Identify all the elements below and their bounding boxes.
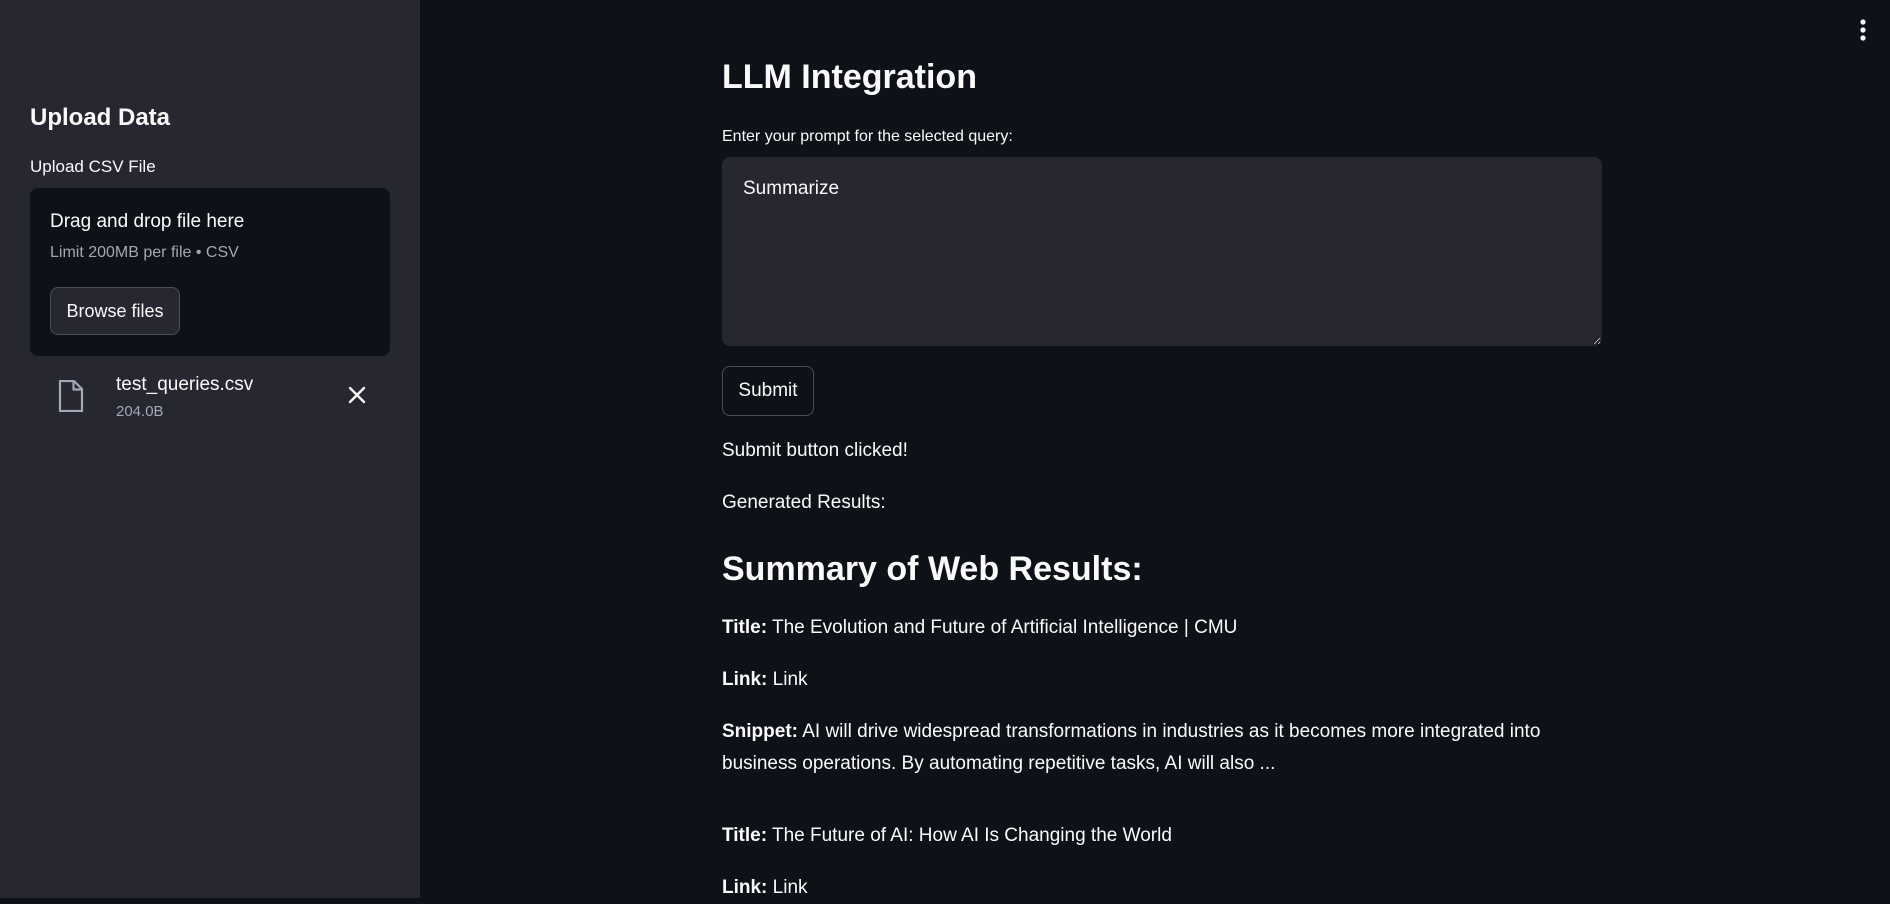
prompt-label: Enter your prompt for the selected query… bbox=[722, 128, 1013, 145]
submit-button[interactable]: Submit bbox=[722, 366, 814, 416]
file-icon bbox=[58, 380, 84, 412]
result-link-line: Link: Link bbox=[722, 872, 1582, 904]
result-title-line: Title: The Evolution and Future of Artif… bbox=[722, 612, 1582, 644]
result-link[interactable]: Link bbox=[773, 669, 808, 690]
result-link-line: Link: Link bbox=[722, 664, 1582, 696]
uploaded-file-name: test_queries.csv bbox=[116, 374, 254, 395]
page-title: LLM Integration bbox=[722, 58, 977, 96]
sidebar-title: Upload Data bbox=[30, 104, 171, 131]
results-heading: Summary of Web Results: bbox=[722, 550, 1143, 588]
prompt-input[interactable]: Summarize bbox=[722, 157, 1602, 346]
upload-label: Upload CSV File bbox=[30, 157, 156, 176]
result-link-label: Link: bbox=[722, 877, 768, 898]
browse-files-button[interactable]: Browse files bbox=[50, 287, 180, 335]
dropzone-limit-text: Limit 200MB per file • CSV bbox=[50, 244, 239, 261]
result-title: The Evolution and Future of Artificial I… bbox=[771, 617, 1238, 638]
more-vertical-icon[interactable] bbox=[1852, 18, 1874, 42]
sidebar: Upload Data Upload CSV File Drag and dro… bbox=[0, 0, 420, 898]
result-link[interactable]: Link bbox=[773, 877, 808, 898]
close-icon[interactable] bbox=[346, 384, 368, 406]
dropzone-text: Drag and drop file here bbox=[50, 211, 245, 232]
result-snippet-label: Snippet: bbox=[722, 721, 798, 742]
uploaded-file-size: 204.0B bbox=[116, 403, 164, 420]
result-link-label: Link: bbox=[722, 669, 768, 690]
result-title-label: Title: bbox=[722, 825, 768, 846]
result-title-line: Title: The Future of AI: How AI Is Chang… bbox=[722, 820, 1582, 852]
generated-results-label: Generated Results: bbox=[722, 492, 886, 513]
status-message: Submit button clicked! bbox=[722, 440, 908, 461]
result-title-label: Title: bbox=[722, 617, 768, 638]
result-title: The Future of AI: How AI Is Changing the… bbox=[771, 825, 1172, 846]
result-snippet: Snippet: AI will drive widespread transf… bbox=[722, 716, 1582, 780]
file-dropzone[interactable]: Drag and drop file here Limit 200MB per … bbox=[30, 188, 390, 356]
result-snippet-text: AI will drive widespread transformations… bbox=[722, 721, 1541, 774]
